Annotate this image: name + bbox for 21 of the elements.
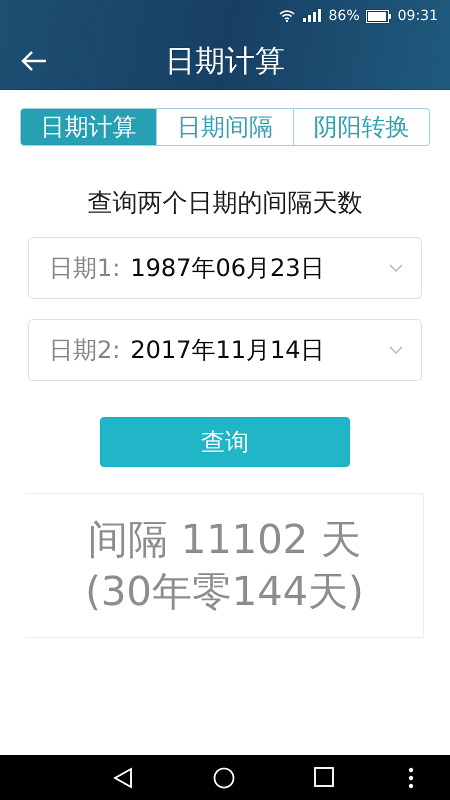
tab[interactable]: 阴阳转换 [294, 108, 430, 146]
chevron-down-icon [389, 346, 403, 354]
chevron-down-icon [389, 264, 403, 272]
screen-title: 日期计算 [165, 42, 285, 80]
tab[interactable]: 日期计算 [20, 108, 158, 146]
date-select[interactable]: 日期2: 2017年11月14日 [28, 319, 422, 381]
section-heading: 查询两个日期的间隔天数 [86, 187, 364, 219]
battery-icon [366, 10, 392, 22]
recents-button[interactable] [314, 767, 334, 787]
signal-icon [300, 9, 323, 23]
date-select[interactable]: 日期1: 1987年06月23日 [28, 237, 422, 299]
wifi-icon [278, 9, 295, 23]
home-button[interactable] [213, 767, 235, 789]
interval-breakdown: (30年零144天) [85, 568, 364, 616]
query-button[interactable]: 查询 [100, 417, 350, 467]
battery-percent: 86% [328, 8, 360, 24]
clock-time: 09:31 [398, 8, 438, 24]
tab[interactable]: 日期间隔 [157, 108, 294, 146]
interval-days: 间隔 11102 天 [88, 516, 361, 564]
more-button[interactable] [408, 767, 414, 789]
back-nav-button[interactable] [113, 767, 133, 789]
